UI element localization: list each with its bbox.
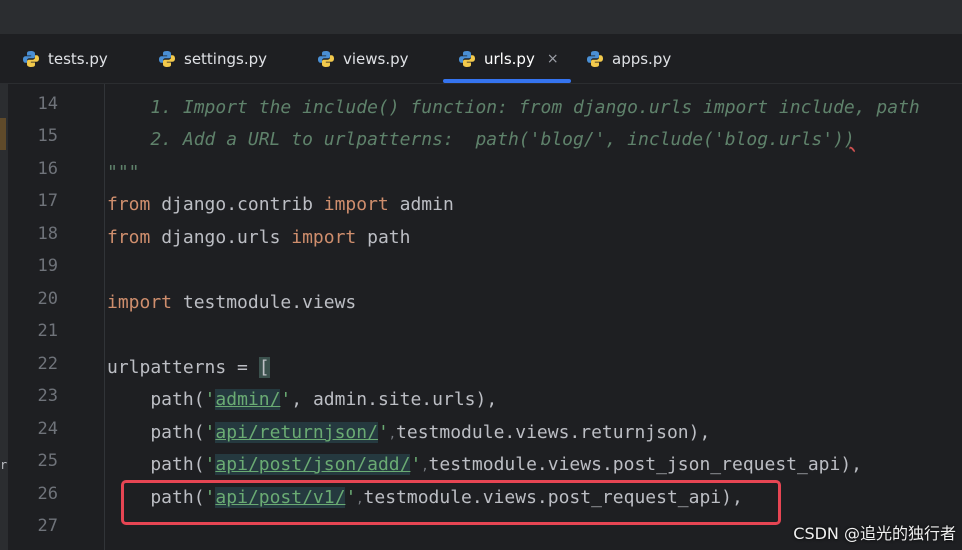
line-number-gutter: 14 15 16 17 18 19 20 21 22 23 24 25 26 2…	[8, 84, 102, 550]
line-number: 24	[37, 419, 58, 439]
name: admin	[388, 194, 454, 215]
gutter-change-marker	[0, 118, 6, 150]
line-number: 15	[37, 126, 58, 146]
line-number: 14	[37, 94, 58, 114]
code-line-16: """	[107, 162, 140, 183]
code-line-20: import testmodule.views	[107, 287, 356, 319]
line-number: 25	[37, 451, 58, 471]
quote: '	[204, 422, 216, 443]
module: testmodule.views	[172, 292, 357, 313]
line-number: 26	[37, 484, 58, 504]
code-line-17: from django.contrib import admin	[107, 189, 454, 221]
tool-window-strip	[0, 84, 8, 550]
comment-text: 2. Add a URL to urlpatterns: path('blog/…	[107, 129, 844, 150]
tab-label: tests.py	[48, 50, 108, 68]
keyword: from	[107, 227, 151, 248]
url-string: api/returnjson/	[215, 422, 378, 443]
inlay-hint: ,	[388, 427, 397, 441]
assignment: urlpatterns =	[107, 357, 259, 378]
quote: '	[204, 454, 216, 475]
python-icon	[318, 51, 334, 67]
url-string: admin/	[215, 389, 281, 410]
quote: '	[377, 422, 389, 443]
keyword: import	[323, 194, 389, 215]
args: testmodule.views.post_json_request_api),	[428, 454, 863, 475]
line-number: 20	[37, 289, 58, 309]
tab-label: views.py	[343, 50, 409, 68]
code-line-23: path('admin/', admin.site.urls),	[107, 384, 497, 416]
line-number: 19	[37, 256, 58, 276]
code-line-25: path('api/post/json/add/',testmodule.vie…	[107, 449, 862, 481]
highlight-box	[121, 480, 781, 525]
tab-apps-py[interactable]: apps.py	[586, 34, 671, 84]
tab-settings-py[interactable]: settings.py	[158, 34, 267, 84]
window-top-bar	[0, 0, 962, 34]
keyword: import	[291, 227, 357, 248]
line-number: 16	[37, 159, 58, 179]
python-icon	[587, 51, 603, 67]
code-line-18: from django.urls import path	[107, 222, 410, 254]
call: path(	[107, 389, 205, 410]
line-number: 23	[37, 386, 58, 406]
indent-guide	[104, 84, 105, 550]
line-number: 21	[37, 321, 58, 341]
keyword: from	[107, 194, 151, 215]
python-icon	[159, 51, 175, 67]
line-number: 22	[37, 354, 58, 374]
python-icon	[459, 51, 475, 67]
tab-label: urls.py	[484, 50, 535, 68]
code-line-15: 2. Add a URL to urlpatterns: path('blog/…	[107, 124, 855, 156]
tab-tests-py[interactable]: tests.py	[22, 34, 108, 84]
tab-views-py[interactable]: views.py	[317, 34, 409, 84]
bracket: [	[258, 357, 270, 378]
name: path	[356, 227, 411, 248]
python-icon	[23, 51, 39, 67]
code-line-24: path('api/returnjson/',testmodule.views.…	[107, 417, 710, 449]
line-number: 17	[37, 191, 58, 211]
quote: '	[280, 389, 292, 410]
comment-paren: )	[843, 129, 855, 150]
args: testmodule.views.returnjson),	[396, 422, 711, 443]
module: django.contrib	[150, 194, 324, 215]
editor-tab-bar: tests.py settings.py views.py urls.py × …	[0, 34, 962, 84]
strip-glyph: r	[0, 458, 8, 472]
quote: '	[410, 454, 422, 475]
quote: '	[204, 389, 216, 410]
watermark: CSDN @追光的独行者	[793, 524, 956, 543]
call: path(	[107, 454, 205, 475]
tab-label: apps.py	[612, 50, 672, 68]
code-line-14: 1. Import the include() function: from d…	[107, 97, 920, 118]
line-number: 27	[37, 516, 58, 536]
code-line-22: urlpatterns = [	[107, 352, 270, 384]
args: , admin.site.urls),	[291, 389, 498, 410]
tab-label: settings.py	[184, 50, 267, 68]
close-icon[interactable]: ×	[547, 51, 559, 67]
url-string: api/post/json/add/	[215, 454, 411, 475]
tab-urls-py[interactable]: urls.py ×	[458, 34, 559, 84]
call: path(	[107, 422, 205, 443]
inlay-hint: ,	[421, 459, 429, 473]
module: django.urls	[150, 227, 292, 248]
active-tab-indicator	[443, 79, 571, 83]
keyword: import	[107, 292, 173, 313]
line-number: 18	[37, 224, 58, 244]
